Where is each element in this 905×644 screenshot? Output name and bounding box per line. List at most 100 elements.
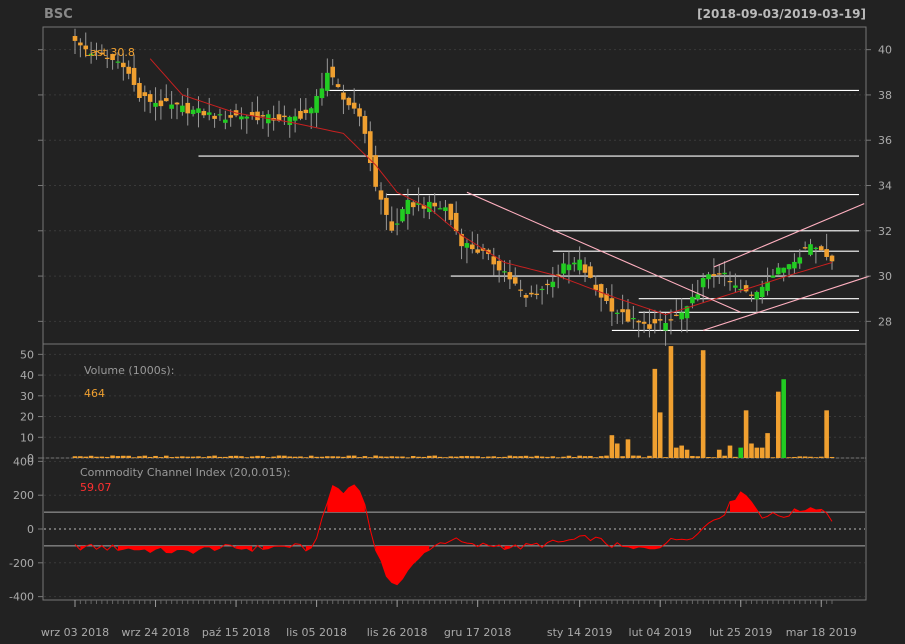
volume-bar [432,455,438,458]
volume-bar [443,457,448,459]
volume-bar [223,456,228,458]
volume-bar [738,447,744,458]
x-tick-label: sty 14 2019 [547,626,613,639]
ohlc-body [491,256,497,265]
ohlc-body [282,115,287,118]
ohlc-body [190,109,196,115]
volume-bar [512,456,518,458]
ohlc-body [314,96,319,113]
ohlc-body [228,115,233,118]
volume-bar [781,379,786,458]
ohlc-body [464,243,470,248]
ohlc-body [78,42,83,46]
volume-bar [657,412,663,458]
volume-bar [469,456,475,458]
volume-bar [163,455,169,458]
ohlc-body [631,318,636,320]
ohlc-body [496,260,502,271]
volume-bar [239,456,244,458]
ohlc-body [614,312,620,314]
volume-bar [362,456,368,458]
ohlc-body [647,324,652,329]
cci-value: 59.07 [80,481,112,494]
volume-bar [459,456,464,458]
volume-bar [104,456,110,458]
volume-bar [475,456,480,458]
ohlc-body [829,255,835,262]
volume-value: 464 [84,387,105,400]
volume-tick-label: 30 [20,390,34,403]
cci-tick-label: 200 [13,489,34,502]
ohlc-body [174,102,180,105]
ohlc-body [432,202,438,207]
ohlc-body [131,67,137,85]
volume-bar [625,439,631,458]
volume-bar [174,456,180,458]
ohlc-body [158,100,164,107]
ohlc-body [357,108,362,117]
volume-bar [550,456,556,458]
chart-date-range: [2018-09-03/2019-03-19] [697,7,866,21]
volume-bar [829,456,835,458]
volume-bar [480,457,486,458]
ohlc-body [180,105,185,113]
volume-tick-label: 40 [20,369,34,382]
volume-bar [249,456,255,458]
volume-bar [287,456,293,458]
volume-bar [303,457,309,459]
volume-bar [121,455,126,458]
ohlc-body [711,274,717,277]
ohlc-body [716,273,722,275]
volume-bar [523,455,529,458]
ohlc-body [663,322,668,331]
ohlc-body [690,296,695,304]
ohlc-body [598,284,604,298]
ohlc-body [292,116,298,121]
volume-bar [507,455,513,458]
ohlc-body [625,309,631,322]
ohlc-body [641,321,647,324]
ohlc-body [394,223,400,225]
volume-bar [169,457,174,458]
ohlc-body [223,119,228,123]
ohlc-body [545,283,550,286]
ohlc-body [121,62,126,68]
volume-bar [652,368,658,458]
volume-bar [233,455,239,458]
last-price-label: Last 30.8 [84,46,135,59]
ohlc-body [410,202,416,208]
volume-bar [808,456,813,458]
volume-bar [335,456,341,458]
ohlc-body [759,286,765,298]
ohlc-body [507,272,513,280]
ohlc-body [529,292,534,295]
volume-bar [378,456,384,458]
volume-bar [711,457,717,459]
ohlc-body [298,110,303,119]
ohlc-body [147,94,153,102]
volume-tick-label: 10 [20,431,34,444]
ohlc-body [577,259,582,271]
chart-symbol: BSC [44,7,73,22]
volume-bar [298,456,303,458]
x-tick-label: lut 04 2019 [629,626,692,639]
volume-bar [400,456,405,458]
ohlc-body [636,320,642,323]
volume-bar [679,445,684,458]
ohlc-body [212,115,217,119]
volume-bar [147,456,153,458]
ohlc-body [201,111,207,116]
ohlc-body [523,295,529,298]
ohlc-body [115,61,121,63]
volume-tick-label: 20 [20,411,34,424]
volume-bar [582,456,588,458]
volume-bar [265,457,271,459]
ohlc-body [351,102,357,109]
ohlc-body [534,293,540,295]
volume-bar [598,456,604,458]
volume-bar [260,456,266,458]
volume-bar [566,455,572,458]
x-tick-label: gru 17 2018 [444,626,511,639]
volume-bar [647,455,652,458]
volume-bar [754,447,760,458]
